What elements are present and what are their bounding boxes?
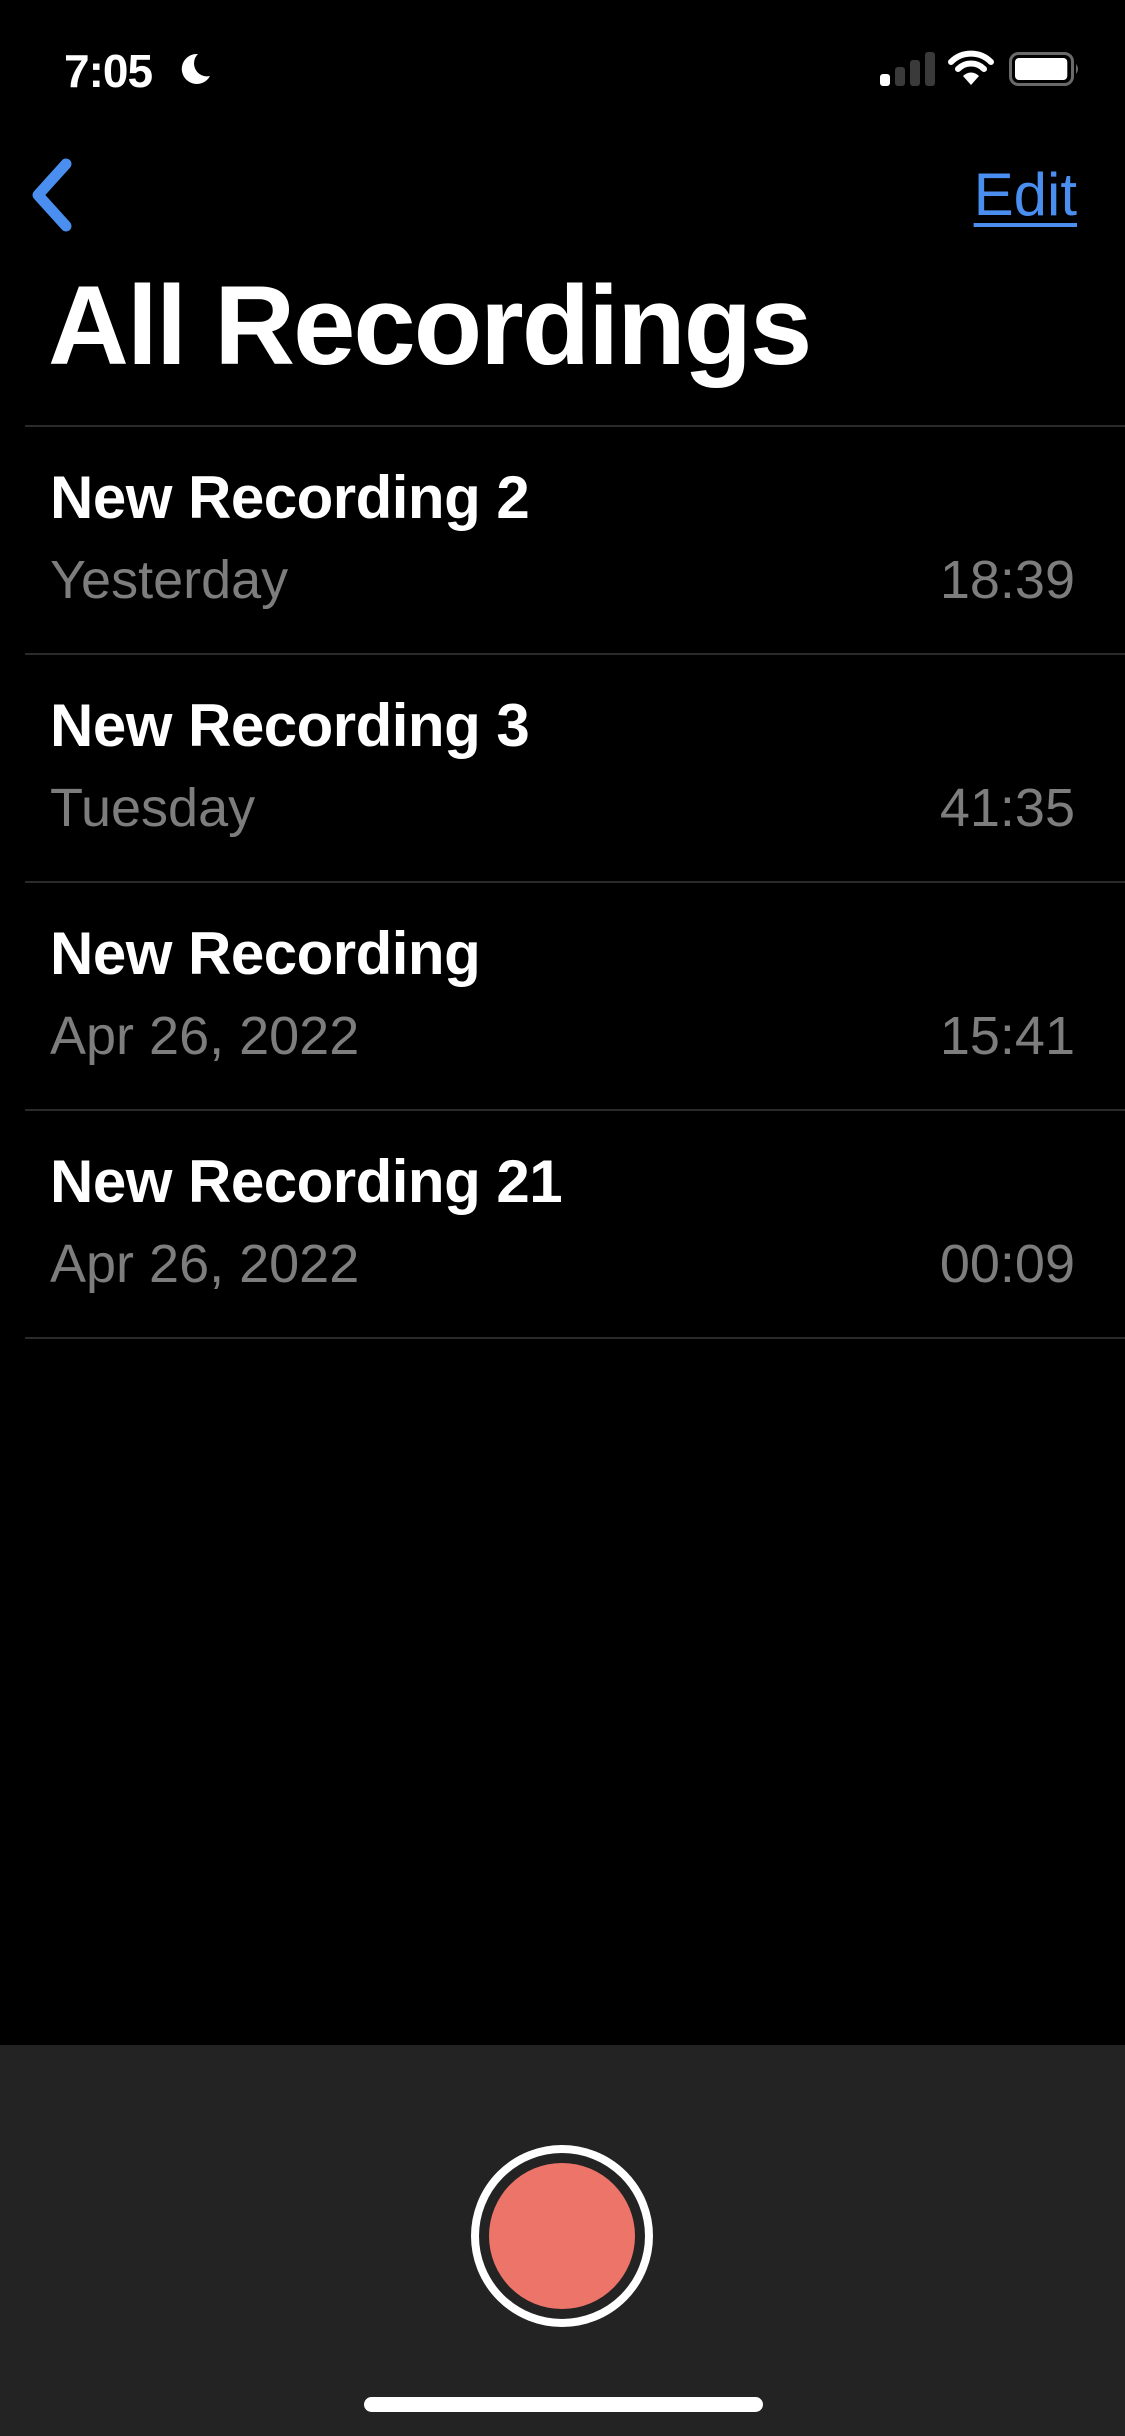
page-title: All Recordings: [48, 263, 812, 388]
recording-row[interactable]: New Recording Apr 26, 2022 15:41: [25, 881, 1125, 1109]
wifi-icon: [948, 50, 994, 85]
recording-date: Tuesday: [50, 778, 256, 838]
record-icon: [489, 2163, 635, 2309]
recording-duration: 18:39: [939, 550, 1075, 610]
recording-title: New Recording: [50, 920, 481, 987]
chevron-left-icon: [32, 158, 72, 232]
battery-fill: [1015, 58, 1068, 80]
recording-title: New Recording 3: [50, 692, 530, 759]
recording-duration: 00:09: [939, 1234, 1075, 1294]
recording-date: Apr 26, 2022: [50, 1006, 360, 1066]
home-indicator[interactable]: [364, 2397, 763, 2412]
status-bar: 7:05: [0, 0, 1125, 140]
recording-date: Yesterday: [50, 550, 289, 610]
recording-title: New Recording 2: [50, 464, 530, 531]
recording-row[interactable]: New Recording 3 Tuesday 41:35: [25, 653, 1125, 881]
record-button[interactable]: [471, 2145, 653, 2327]
battery-icon: [1009, 52, 1078, 86]
recording-duration: 15:41: [939, 1006, 1075, 1066]
recording-date: Apr 26, 2022: [50, 1234, 360, 1294]
bottom-toolbar: [0, 2045, 1125, 2436]
recording-row[interactable]: New Recording 2 Yesterday 18:39: [25, 425, 1125, 653]
signal-bar-1: [880, 74, 890, 86]
recording-row[interactable]: New Recording 21 Apr 26, 2022 00:09: [25, 1109, 1125, 1339]
signal-icon: [880, 52, 935, 86]
recording-title: New Recording 21: [50, 1148, 563, 1215]
moon-icon: [181, 53, 210, 84]
signal-bar-2: [895, 67, 905, 86]
signal-bar-3: [910, 60, 920, 86]
recordings-list: New Recording 2 Yesterday 18:39 New Reco…: [0, 425, 1125, 1339]
status-time: 7:05: [64, 45, 153, 97]
signal-bar-4: [925, 52, 935, 86]
edit-button[interactable]: Edit: [974, 160, 1077, 229]
recording-duration: 41:35: [939, 778, 1075, 838]
back-button[interactable]: [24, 158, 84, 232]
